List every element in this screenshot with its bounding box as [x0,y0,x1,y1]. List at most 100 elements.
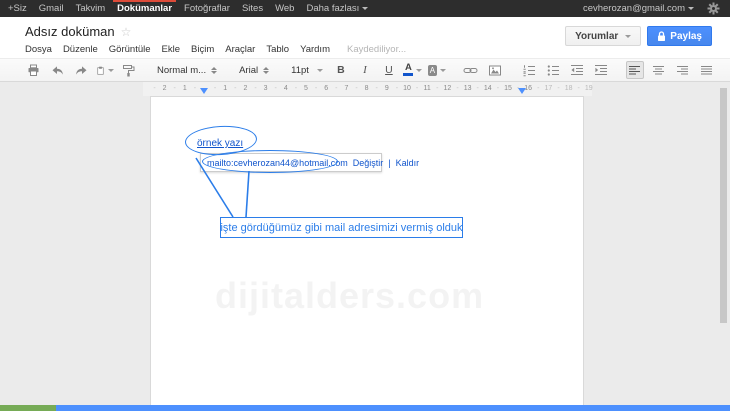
ruler-dash: - [153,84,155,93]
ruler-dash: - [497,84,499,93]
italic-button[interactable]: I [356,61,374,79]
ruler-dash: - [234,84,236,93]
right-indent-marker[interactable] [518,88,526,94]
nav-fotograflar[interactable]: Fotoğraflar [184,0,230,17]
ruler-number: 19 [585,84,593,93]
ruler-dash: - [254,84,256,93]
ruler-dash: - [174,84,176,93]
font-family-dropdown[interactable]: Arial [236,61,272,79]
ruler-dash: - [436,84,438,93]
ruler-number: 10 [403,84,411,93]
formatting-toolbar: Normal m... Arial 11pt B I U A A [0,58,730,82]
paint-format-icon[interactable] [120,61,138,79]
header-buttons: Yorumlar Paylaş [565,26,712,46]
outdent-icon[interactable] [568,61,586,79]
text-color-button[interactable]: A [404,61,422,79]
bubble-url-link[interactable]: mailto:cevherozan44@hotmail.com [207,158,348,168]
updown-icon [211,67,217,74]
justify-icon[interactable] [698,61,716,79]
font-size-dropdown[interactable]: 11pt [288,61,326,79]
ruler-number: 14 [484,84,492,93]
gear-icon[interactable] [704,0,722,18]
chevron-down-icon [108,69,114,72]
nav-more-label: Daha fazlası [306,3,359,14]
nav-plus-siz[interactable]: +Siz [8,0,27,17]
align-left-icon[interactable] [626,61,644,79]
web-clipboard-icon[interactable] [96,61,114,79]
menu-araclar[interactable]: Araçlar [225,44,255,55]
star-icon[interactable]: ☆ [121,25,132,39]
paragraph-style-dropdown[interactable]: Normal m... [154,61,220,79]
bubble-change-link[interactable]: Değiştir [353,158,384,168]
chevron-down-icon [416,69,422,72]
undo-icon[interactable] [48,61,66,79]
menu-dosya[interactable]: Dosya [25,44,52,55]
document-title[interactable]: Adsız doküman [25,24,115,39]
nav-takvim[interactable]: Takvim [76,0,106,17]
account-email: cevherozan@gmail.com [583,3,685,14]
comments-button-label: Yorumlar [575,31,618,42]
document-canvas: 2112345678910111213141516171819---------… [0,82,730,405]
menu-goruntule[interactable]: Görüntüle [109,44,151,55]
comments-button[interactable]: Yorumlar [565,26,641,46]
account-menu[interactable]: cevherozan@gmail.com [583,0,694,17]
indent-icon[interactable] [592,61,610,79]
nav-gmail[interactable]: Gmail [39,0,64,17]
ruler-number: 6 [324,84,328,93]
bullet-list-icon[interactable] [544,61,562,79]
align-right-icon[interactable] [674,61,692,79]
ruler-dash: - [275,84,277,93]
ruler-dash: - [376,84,378,93]
bubble-remove-link[interactable]: Kaldır [396,158,420,168]
lock-icon [657,31,666,42]
highlight-color-button[interactable]: A [428,61,446,79]
ruler-dash: - [557,84,559,93]
ruler-dash: - [477,84,479,93]
chevron-down-icon [317,69,323,72]
nav-sites[interactable]: Sites [242,0,263,17]
share-button[interactable]: Paylaş [647,26,712,46]
bottom-bar-blue-segment [56,405,730,411]
align-center-icon[interactable] [650,61,668,79]
ruler-number: 1 [223,84,227,93]
left-indent-marker[interactable] [200,88,208,94]
chevron-down-icon [440,69,446,72]
ruler-dash: - [315,84,317,93]
ruler-number: 11 [424,84,431,93]
menu-tablo[interactable]: Tablo [266,44,289,55]
bold-button[interactable]: B [332,61,350,79]
chevron-down-icon [362,7,368,10]
insert-link-icon[interactable] [462,61,480,79]
save-status: Kaydediliyor... [347,44,406,55]
ruler-dash: - [355,84,357,93]
ruler-number: 1 [183,84,187,93]
ruler-dash: - [214,84,216,93]
underline-button[interactable]: U [380,61,398,79]
nav-dokumanlar[interactable]: Dokümanlar [117,0,172,17]
nav-web[interactable]: Web [275,0,294,17]
ruler-number: 8 [365,84,369,93]
ruler-dash: - [295,84,297,93]
vertical-scrollbar[interactable] [720,88,727,323]
menu-bicim[interactable]: Biçim [191,44,214,55]
numbered-list-icon[interactable] [520,61,538,79]
menu-ekle[interactable]: Ekle [162,44,180,55]
menu-duzenle[interactable]: Düzenle [63,44,98,55]
redo-icon[interactable] [72,61,90,79]
ruler-number: 7 [344,84,348,93]
ruler-number: 3 [264,84,268,93]
font-family-value: Arial [239,65,258,76]
ruler-dash: - [396,84,398,93]
active-tab-indicator [113,0,176,2]
document-hyperlink[interactable]: örnek yazı [197,138,243,149]
insert-image-icon[interactable] [486,61,504,79]
paragraph-style-value: Normal m... [157,65,206,76]
ruler-dash: - [578,84,580,93]
document-title-row: Adsız doküman ☆ [25,24,131,39]
print-icon[interactable] [24,61,42,79]
menubar: Dosya Düzenle Görüntüle Ekle Biçim Araçl… [25,44,406,55]
menu-yardim[interactable]: Yardım [300,44,330,55]
font-size-value: 11pt [291,65,309,76]
ruler-dash: - [335,84,337,93]
nav-more-menu[interactable]: Daha fazlası [306,0,368,17]
